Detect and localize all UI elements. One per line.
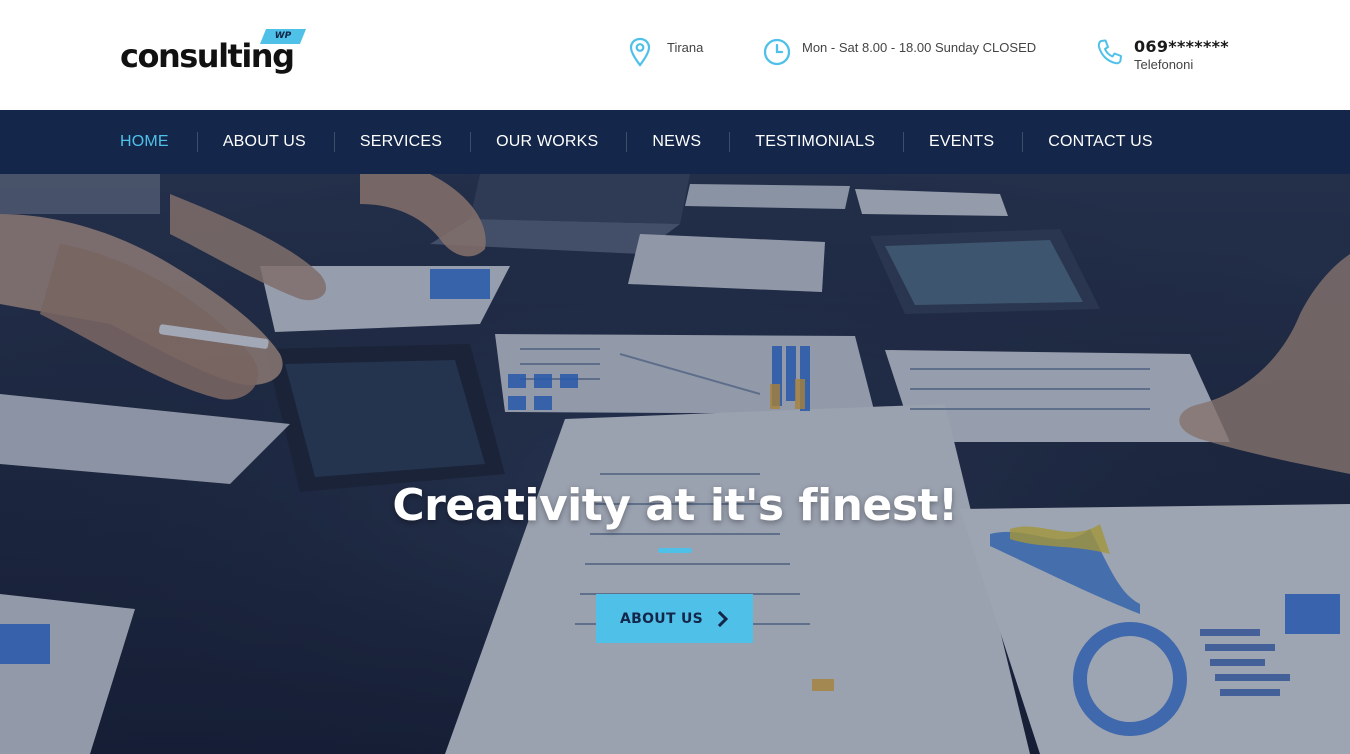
location-info: Tirana	[627, 36, 703, 68]
nav-separator	[169, 110, 223, 174]
nav-link-about-us[interactable]: ABOUT US	[223, 133, 306, 151]
nav-link-testimonials[interactable]: TESTIMONIALS	[755, 133, 875, 151]
nav-item-contact-us[interactable]: CONTACT US	[1048, 110, 1153, 174]
phone-icon	[1097, 39, 1122, 65]
nav-link-services[interactable]: SERVICES	[360, 133, 442, 151]
chevron-right-icon	[717, 610, 729, 627]
hero-slider: Creativity at it's finest! ABOUT US	[0, 174, 1350, 754]
about-us-button[interactable]: ABOUT US	[596, 594, 753, 643]
site-logo[interactable]: consulting WP	[120, 28, 310, 78]
nav-separator	[701, 110, 755, 174]
logo-badge: WP	[259, 29, 307, 44]
nav-link-events[interactable]: EVENTS	[929, 133, 994, 151]
nav-item-our-works[interactable]: OUR WORKS	[496, 110, 598, 174]
main-navigation: HOME ABOUT US SERVICES OUR WORKS NEWS TE…	[0, 110, 1350, 174]
nav-separator	[598, 110, 652, 174]
nav-link-contact-us[interactable]: CONTACT US	[1048, 133, 1153, 151]
map-pin-icon	[629, 37, 651, 67]
location-text: Tirana	[667, 40, 704, 55]
clock-icon	[763, 38, 791, 66]
phone-label: Telefononi	[1134, 57, 1194, 72]
nav-menu: HOME ABOUT US SERVICES OUR WORKS NEWS TE…	[120, 110, 1153, 174]
nav-item-services[interactable]: SERVICES	[360, 110, 442, 174]
nav-separator	[875, 110, 929, 174]
logo-badge-label: WP	[274, 31, 292, 41]
nav-link-our-works[interactable]: OUR WORKS	[496, 133, 598, 151]
hero-divider	[658, 548, 692, 553]
nav-item-events[interactable]: EVENTS	[929, 110, 994, 174]
about-us-button-label: ABOUT US	[619, 610, 704, 627]
nav-link-home[interactable]: HOME	[120, 133, 169, 151]
hero-overlay	[0, 174, 1350, 754]
hours-info: Mon - Sat 8.00 - 18.00 Sunday CLOSED	[762, 36, 1036, 68]
hero-title: Creativity at it's finest!	[392, 480, 958, 531]
hours-text: Mon - Sat 8.00 - 18.00 Sunday CLOSED	[802, 40, 1037, 55]
top-header: consulting WP Tirana Mon - Sat 8.00 - 18…	[0, 0, 1350, 110]
nav-separator	[306, 110, 360, 174]
nav-item-news[interactable]: NEWS	[652, 110, 701, 174]
phone-number[interactable]: 069*******	[1134, 37, 1229, 57]
nav-item-testimonials[interactable]: TESTIMONIALS	[755, 110, 875, 174]
nav-separator	[442, 110, 496, 174]
nav-item-about-us[interactable]: ABOUT US	[223, 110, 306, 174]
nav-link-news[interactable]: NEWS	[652, 133, 701, 151]
nav-separator	[994, 110, 1048, 174]
nav-item-home[interactable]: HOME	[120, 110, 169, 174]
phone-info[interactable]: 069******* Telefononi	[1094, 36, 1229, 72]
